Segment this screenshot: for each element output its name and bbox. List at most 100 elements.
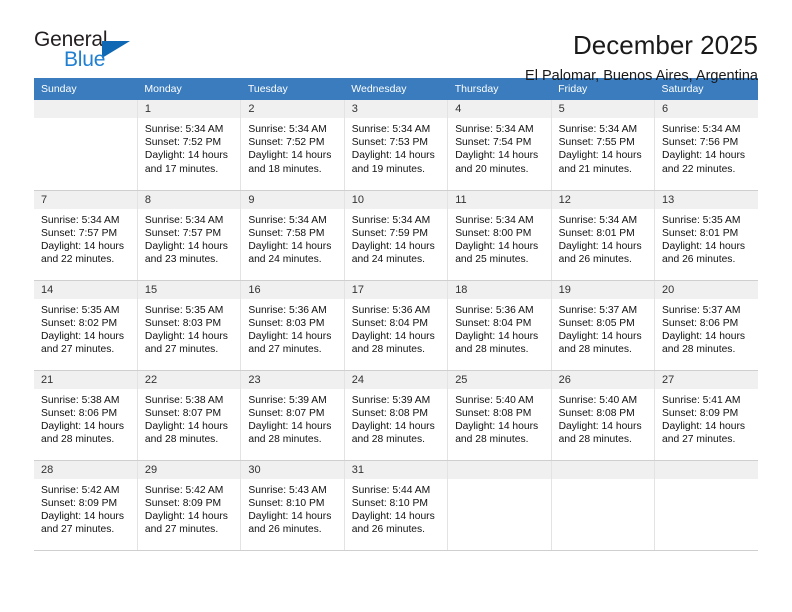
day-number: 23 <box>241 370 344 389</box>
day-sun-info: Sunrise: 5:38 AM Sunset: 8:07 PM Daylight:… <box>138 389 240 447</box>
day-sun-info: Sunrise: 5:43 AM Sunset: 8:10 PM Daylight:… <box>241 479 343 537</box>
calendar-day-cell[interactable]: 25 Sunrise: 5:40 AM Sunset: 8:08 PM Dayligh… <box>447 370 552 461</box>
day-sunrise-text: Sunrise: 5:34 AM <box>351 124 431 135</box>
day-sun-info: Sunrise: 5:42 AM Sunset: 8:09 PM Daylight:… <box>138 479 240 537</box>
day-number: 25 <box>448 370 551 389</box>
day-number: 13 <box>655 190 758 209</box>
day-daylight-text: and 24 minutes. <box>351 254 426 266</box>
general-blue-logo[interactable]: General Blue <box>34 28 154 76</box>
day-daylight-text: Daylight: 14 hours <box>248 420 332 432</box>
calendar-day-cell[interactable]: 9 Sunrise: 5:34 AM Sunset: 7:58 PM Daylight… <box>240 190 345 281</box>
day-sunrise-text: Sunrise: 5:39 AM <box>248 394 327 406</box>
day-sunset-text: Sunset: 7:56 PM <box>662 137 739 149</box>
calendar-day-cell[interactable]: 8 Sunrise: 5:34 AM Sunset: 7:57 PM Daylight… <box>137 190 242 281</box>
calendar-day-cell[interactable]: 22 Sunrise: 5:38 AM Sunset: 8:07 PM Dayligh… <box>137 370 242 461</box>
day-sunset-text: Sunset: 8:09 PM <box>144 497 222 509</box>
day-daylight-text: and 27 minutes. <box>41 524 115 536</box>
day-daylight-text: and 27 minutes. <box>662 434 736 446</box>
day-sunset-text: Sunset: 7:52 PM <box>144 137 222 149</box>
day-number: 26 <box>551 370 655 389</box>
calendar-day-cell[interactable]: 28 Sunrise: 5:42 AM Sunset: 8:09 PM Dayligh… <box>34 460 138 551</box>
day-number: 28 <box>34 460 137 479</box>
day-daylight-text: Daylight: 14 hours <box>351 240 435 252</box>
calendar-day-cell[interactable]: 5 Sunrise: 5:34 AM Sunset: 7:55 PM Daylight… <box>551 100 656 191</box>
day-sun-info: Sunrise: 5:39 AM Sunset: 8:07 PM Daylight:… <box>241 389 343 447</box>
day-sunrise-text: Sunrise: 5:37 AM <box>662 304 741 316</box>
day-daylight-text: Daylight: 14 hours <box>455 150 539 162</box>
day-daylight-text: Daylight: 14 hours <box>662 330 746 342</box>
calendar-day-cell-empty <box>447 460 552 551</box>
day-number <box>34 100 137 118</box>
calendar-day-cell[interactable]: 16 Sunrise: 5:36 AM Sunset: 8:03 PM Dayligh… <box>240 280 345 371</box>
day-number: 31 <box>344 460 448 479</box>
day-sunset-text: Sunset: 7:55 PM <box>558 137 635 149</box>
day-sunset-text: Sunset: 7:53 PM <box>351 137 428 149</box>
day-number: 8 <box>137 190 241 209</box>
day-daylight-text: and 27 minutes. <box>41 344 115 356</box>
day-daylight-text: and 24 minutes. <box>248 254 322 266</box>
calendar-day-cell[interactable]: 24 Sunrise: 5:39 AM Sunset: 8:08 PM Dayligh… <box>344 370 449 461</box>
calendar-day-cell[interactable]: 23 Sunrise: 5:39 AM Sunset: 8:07 PM Dayligh… <box>240 370 345 461</box>
calendar-day-cell[interactable]: 29 Sunrise: 5:42 AM Sunset: 8:09 PM Dayligh… <box>137 460 242 551</box>
day-number: 7 <box>34 190 137 209</box>
day-number: 9 <box>241 190 344 209</box>
day-daylight-text: and 26 minutes. <box>662 254 736 266</box>
day-daylight-text: Daylight: 14 hours <box>351 150 435 162</box>
day-daylight-text: Daylight: 14 hours <box>248 150 332 162</box>
day-daylight-text: Daylight: 14 hours <box>41 240 124 252</box>
calendar-day-cell[interactable]: 21 Sunrise: 5:38 AM Sunset: 8:06 PM Dayligh… <box>34 370 138 461</box>
calendar-day-cell[interactable]: 6 Sunrise: 5:34 AM Sunset: 7:56 PM Daylight… <box>654 100 758 191</box>
day-number: 21 <box>34 370 137 389</box>
day-number: 5 <box>551 100 655 118</box>
day-sun-info: Sunrise: 5:40 AM Sunset: 8:08 PM Daylight:… <box>448 389 550 447</box>
day-daylight-text: Daylight: 14 hours <box>248 510 332 522</box>
day-sunset-text: Sunset: 8:10 PM <box>351 497 428 509</box>
day-daylight-text: Daylight: 14 hours <box>351 420 435 432</box>
calendar-day-cell[interactable]: 30 Sunrise: 5:43 AM Sunset: 8:10 PM Dayligh… <box>240 460 345 551</box>
calendar-day-cell[interactable]: 10 Sunrise: 5:34 AM Sunset: 7:59 PM Dayligh… <box>344 190 449 281</box>
calendar-day-cell[interactable]: 18 Sunrise: 5:36 AM Sunset: 8:04 PM Dayligh… <box>447 280 552 371</box>
day-daylight-text: Daylight: 14 hours <box>662 420 746 432</box>
calendar-day-cell[interactable]: 3 Sunrise: 5:34 AM Sunset: 7:53 PM Daylight… <box>344 100 449 191</box>
day-daylight-text: and 28 minutes. <box>248 434 322 446</box>
day-sunrise-text: Sunrise: 5:40 AM <box>455 394 534 406</box>
calendar-day-cell[interactable]: 11 Sunrise: 5:34 AM Sunset: 8:00 PM Dayligh… <box>447 190 552 281</box>
day-daylight-text: Daylight: 14 hours <box>662 150 746 162</box>
day-daylight-text: and 28 minutes. <box>662 344 736 356</box>
day-sun-info: Sunrise: 5:36 AM Sunset: 8:03 PM Daylight:… <box>241 299 343 357</box>
calendar-day-cell[interactable]: 31 Sunrise: 5:44 AM Sunset: 8:10 PM Dayligh… <box>344 460 449 551</box>
day-sun-info: Sunrise: 5:34 AM Sunset: 7:52 PM Daylight:… <box>138 118 240 176</box>
calendar-week-row: 28 Sunrise: 5:42 AM Sunset: 8:09 PM Dayligh… <box>34 460 758 551</box>
day-number: 11 <box>448 190 551 209</box>
day-sun-info: Sunrise: 5:37 AM Sunset: 8:05 PM Daylight:… <box>552 299 654 357</box>
calendar-day-cell[interactable]: 20 Sunrise: 5:37 AM Sunset: 8:06 PM Dayligh… <box>654 280 758 371</box>
day-daylight-text: Daylight: 14 hours <box>351 330 435 342</box>
title-block: December 2025 El Palomar, Buenos Aires, … <box>525 28 758 86</box>
calendar-day-cell[interactable]: 26 Sunrise: 5:40 AM Sunset: 8:08 PM Dayligh… <box>551 370 656 461</box>
calendar-day-cell[interactable]: 12 Sunrise: 5:34 AM Sunset: 8:01 PM Dayligh… <box>551 190 656 281</box>
calendar-day-cell[interactable]: 4 Sunrise: 5:34 AM Sunset: 7:54 PM Daylight… <box>447 100 552 191</box>
day-daylight-text: and 27 minutes. <box>144 524 219 536</box>
day-daylight-text: Daylight: 14 hours <box>558 150 642 162</box>
calendar-day-cell[interactable]: 1 Sunrise: 5:34 AM Sunset: 7:52 PM Daylight… <box>137 100 242 191</box>
calendar-day-cell[interactable]: 19 Sunrise: 5:37 AM Sunset: 8:05 PM Dayligh… <box>551 280 656 371</box>
calendar-week-row: 1 Sunrise: 5:34 AM Sunset: 7:52 PM Daylight… <box>34 100 758 191</box>
day-sun-info: Sunrise: 5:38 AM Sunset: 8:06 PM Daylight:… <box>34 389 137 447</box>
calendar-day-cell[interactable]: 13 Sunrise: 5:35 AM Sunset: 8:01 PM Dayligh… <box>654 190 758 281</box>
calendar-day-cell[interactable]: 2 Sunrise: 5:34 AM Sunset: 7:52 PM Daylight… <box>240 100 345 191</box>
day-number: 17 <box>344 280 448 299</box>
calendar-day-cell[interactable]: 17 Sunrise: 5:36 AM Sunset: 8:04 PM Dayligh… <box>344 280 449 371</box>
day-sunrise-text: Sunrise: 5:36 AM <box>248 304 327 316</box>
day-sunset-text: Sunset: 8:01 PM <box>558 227 635 239</box>
day-sunrise-text: Sunrise: 5:36 AM <box>455 304 534 316</box>
day-number: 6 <box>655 100 758 118</box>
day-sunrise-text: Sunrise: 5:34 AM <box>455 214 534 226</box>
calendar-day-cell[interactable]: 15 Sunrise: 5:35 AM Sunset: 8:03 PM Dayligh… <box>137 280 242 371</box>
weekday-header-monday: Monday <box>137 78 241 100</box>
calendar-day-cell[interactable]: 27 Sunrise: 5:41 AM Sunset: 8:09 PM Dayligh… <box>654 370 758 461</box>
calendar-day-cell[interactable]: 14 Sunrise: 5:35 AM Sunset: 8:02 PM Dayligh… <box>34 280 138 371</box>
logo-triangle-icon <box>102 41 130 58</box>
calendar-day-cell[interactable]: 7 Sunrise: 5:34 AM Sunset: 7:57 PM Daylight… <box>34 190 138 281</box>
day-sun-info: Sunrise: 5:36 AM Sunset: 8:04 PM Daylight:… <box>345 299 447 357</box>
day-daylight-text: Daylight: 14 hours <box>455 330 539 342</box>
